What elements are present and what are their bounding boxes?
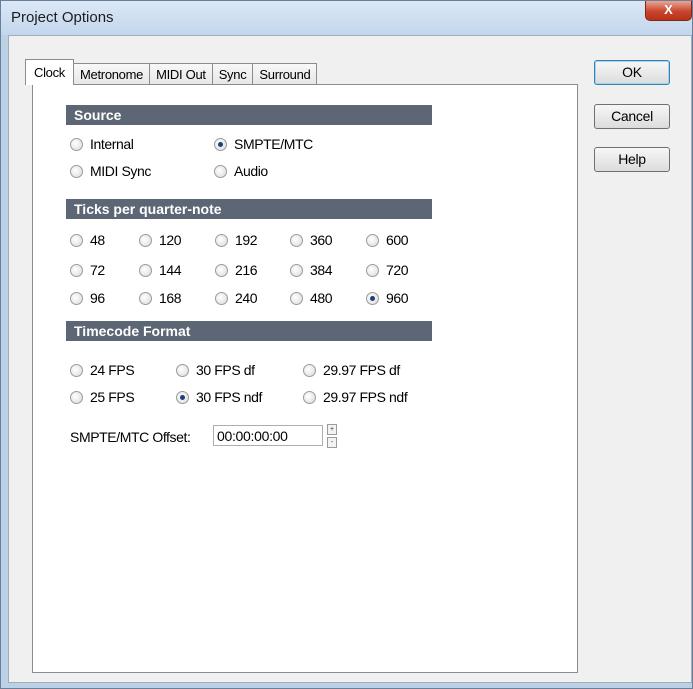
radio-button-icon xyxy=(139,233,152,247)
tab-clock[interactable]: Clock xyxy=(25,59,75,85)
radio-button-icon xyxy=(70,164,83,178)
close-button[interactable]: X xyxy=(645,1,692,21)
spin-up-button[interactable]: + xyxy=(327,424,337,435)
tab-surround[interactable]: Surround xyxy=(252,63,318,85)
tab-midi-out[interactable]: MIDI Out xyxy=(149,63,213,85)
window-title: Project Options xyxy=(11,9,114,26)
ticks-header: Ticks per quarter-note xyxy=(66,199,432,219)
radio-timecode-24fps[interactable]: 24 FPS xyxy=(70,362,135,378)
radio-timecode-25fps[interactable]: 25 FPS xyxy=(70,389,135,405)
radio-button-icon xyxy=(290,263,303,277)
radio-ticks-216[interactable]: 216 xyxy=(215,262,258,278)
smpte-offset-label: SMPTE/MTC Offset: xyxy=(70,429,191,445)
radio-source-midi-sync[interactable]: MIDI Sync xyxy=(70,163,151,179)
timecode-header: Timecode Format xyxy=(66,321,432,341)
radio-timecode-30fps-df[interactable]: 30 FPS df xyxy=(176,362,255,378)
help-button[interactable]: Help xyxy=(594,147,670,172)
tab-metronome[interactable]: Metronome xyxy=(73,63,151,85)
radio-ticks-72[interactable]: 72 xyxy=(70,262,105,278)
radio-source-audio[interactable]: Audio xyxy=(214,163,268,179)
radio-button-icon xyxy=(215,263,228,277)
radio-button-icon xyxy=(303,390,316,404)
radio-ticks-720[interactable]: 720 xyxy=(366,262,409,278)
radio-button-icon xyxy=(366,291,379,305)
radio-button-icon xyxy=(70,390,83,404)
spin-down-button[interactable]: - xyxy=(327,437,337,448)
smpte-offset-input[interactable] xyxy=(213,425,323,446)
radio-button-icon xyxy=(290,291,303,305)
radio-button-icon xyxy=(70,363,83,377)
radio-button-icon xyxy=(366,233,379,247)
radio-button-icon xyxy=(215,233,228,247)
radio-button-icon xyxy=(139,291,152,305)
radio-button-icon xyxy=(215,291,228,305)
radio-button-icon xyxy=(290,233,303,247)
title-bar[interactable]: Project Options X xyxy=(1,1,692,35)
radio-ticks-240[interactable]: 240 xyxy=(215,290,258,306)
radio-ticks-960[interactable]: 960 xyxy=(366,290,409,306)
radio-ticks-96[interactable]: 96 xyxy=(70,290,105,306)
radio-ticks-384[interactable]: 384 xyxy=(290,262,333,278)
radio-timecode-2997fps-ndf[interactable]: 29.97 FPS ndf xyxy=(303,389,408,405)
radio-button-icon xyxy=(214,164,227,178)
radio-button-icon xyxy=(70,233,83,247)
radio-button-icon xyxy=(303,363,316,377)
radio-ticks-144[interactable]: 144 xyxy=(139,262,182,278)
radio-source-internal[interactable]: Internal xyxy=(70,136,134,152)
source-header: Source xyxy=(66,105,432,125)
radio-ticks-600[interactable]: 600 xyxy=(366,232,409,248)
radio-button-icon xyxy=(70,137,83,151)
radio-button-icon xyxy=(70,263,83,277)
radio-ticks-480[interactable]: 480 xyxy=(290,290,333,306)
radio-timecode-30fps-ndf[interactable]: 30 FPS ndf xyxy=(176,389,262,405)
radio-ticks-360[interactable]: 360 xyxy=(290,232,333,248)
radio-button-icon xyxy=(176,363,189,377)
smpte-offset-spinner: + - xyxy=(327,424,337,448)
radio-button-icon xyxy=(214,137,227,151)
radio-button-icon xyxy=(176,390,189,404)
cancel-button[interactable]: Cancel xyxy=(594,104,670,129)
radio-button-icon xyxy=(70,291,83,305)
radio-ticks-168[interactable]: 168 xyxy=(139,290,182,306)
tab-sync[interactable]: Sync xyxy=(211,63,254,85)
radio-ticks-48[interactable]: 48 xyxy=(70,232,105,248)
ok-button[interactable]: OK xyxy=(594,60,670,85)
radio-button-icon xyxy=(366,263,379,277)
close-icon: X xyxy=(664,2,673,17)
tab-strip: Clock Metronome MIDI Out Sync Surround xyxy=(25,59,318,85)
radio-button-icon xyxy=(139,263,152,277)
radio-source-smpte[interactable]: SMPTE/MTC xyxy=(214,136,313,152)
radio-ticks-192[interactable]: 192 xyxy=(215,232,258,248)
radio-timecode-2997fps-df[interactable]: 29.97 FPS df xyxy=(303,362,400,378)
radio-ticks-120[interactable]: 120 xyxy=(139,232,182,248)
